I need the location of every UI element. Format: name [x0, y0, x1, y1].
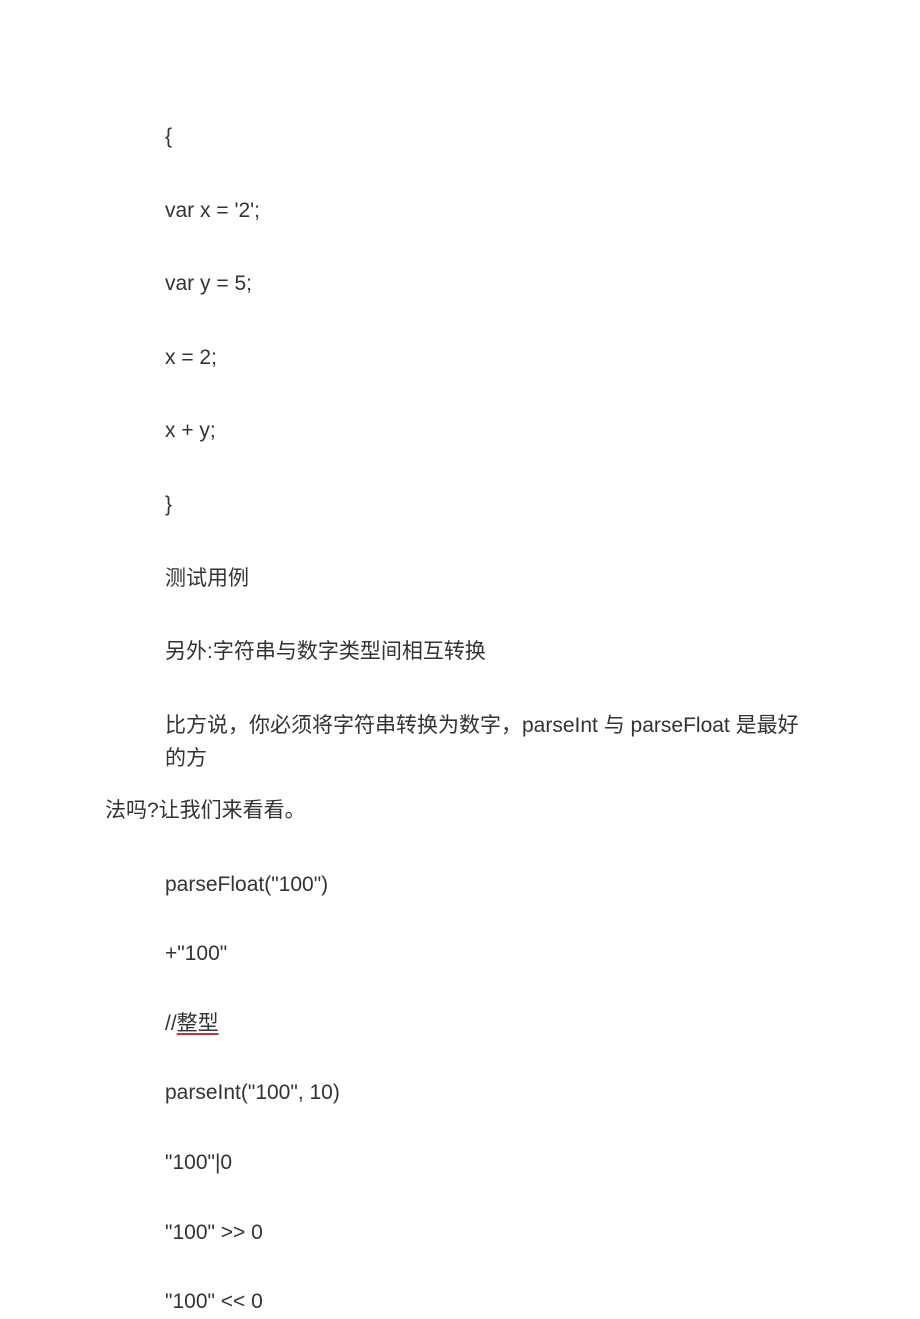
code-line-brace-open: {: [105, 120, 815, 154]
code-line-brace-close: }: [105, 488, 815, 522]
code-line-var-x: var x = '2';: [105, 194, 815, 228]
paragraph-text-2: 法吗?让我们来看看。: [105, 799, 306, 822]
code-line-parseint: parseInt("100", 10): [105, 1076, 815, 1110]
code-line-plus-string: +"100": [105, 937, 815, 971]
code-line-var-y: var y = 5;: [105, 267, 815, 301]
heading-conversion: 另外:字符串与数字类型间相互转换: [105, 635, 815, 669]
paragraph-explanation: 比方说，你必须将字符串转换为数字，parseInt 与 parseFloat 是…: [105, 709, 815, 828]
code-line-bitor: "100"|0: [105, 1146, 815, 1180]
comment-prefix: //: [165, 1012, 177, 1035]
code-line-x-plus-y: x + y;: [105, 414, 815, 448]
code-line-shiftright: "100" >> 0: [105, 1216, 815, 1250]
paragraph-line-2: 法吗?让我们来看看。: [105, 794, 815, 828]
code-line-x-assign: x = 2;: [105, 341, 815, 375]
comment-underlined-text: 整型: [177, 1012, 219, 1035]
code-line-comment-integer: //整型: [105, 1007, 815, 1041]
code-line-parsefloat: parseFloat("100"): [105, 868, 815, 902]
paragraph-text-1: 比方说，你必须将字符串转换为数字，parseInt 与 parseFloat 是…: [165, 714, 799, 771]
paragraph-line-1: 比方说，你必须将字符串转换为数字，parseInt 与 parseFloat 是…: [105, 709, 815, 776]
heading-test-case: 测试用例: [105, 562, 815, 596]
